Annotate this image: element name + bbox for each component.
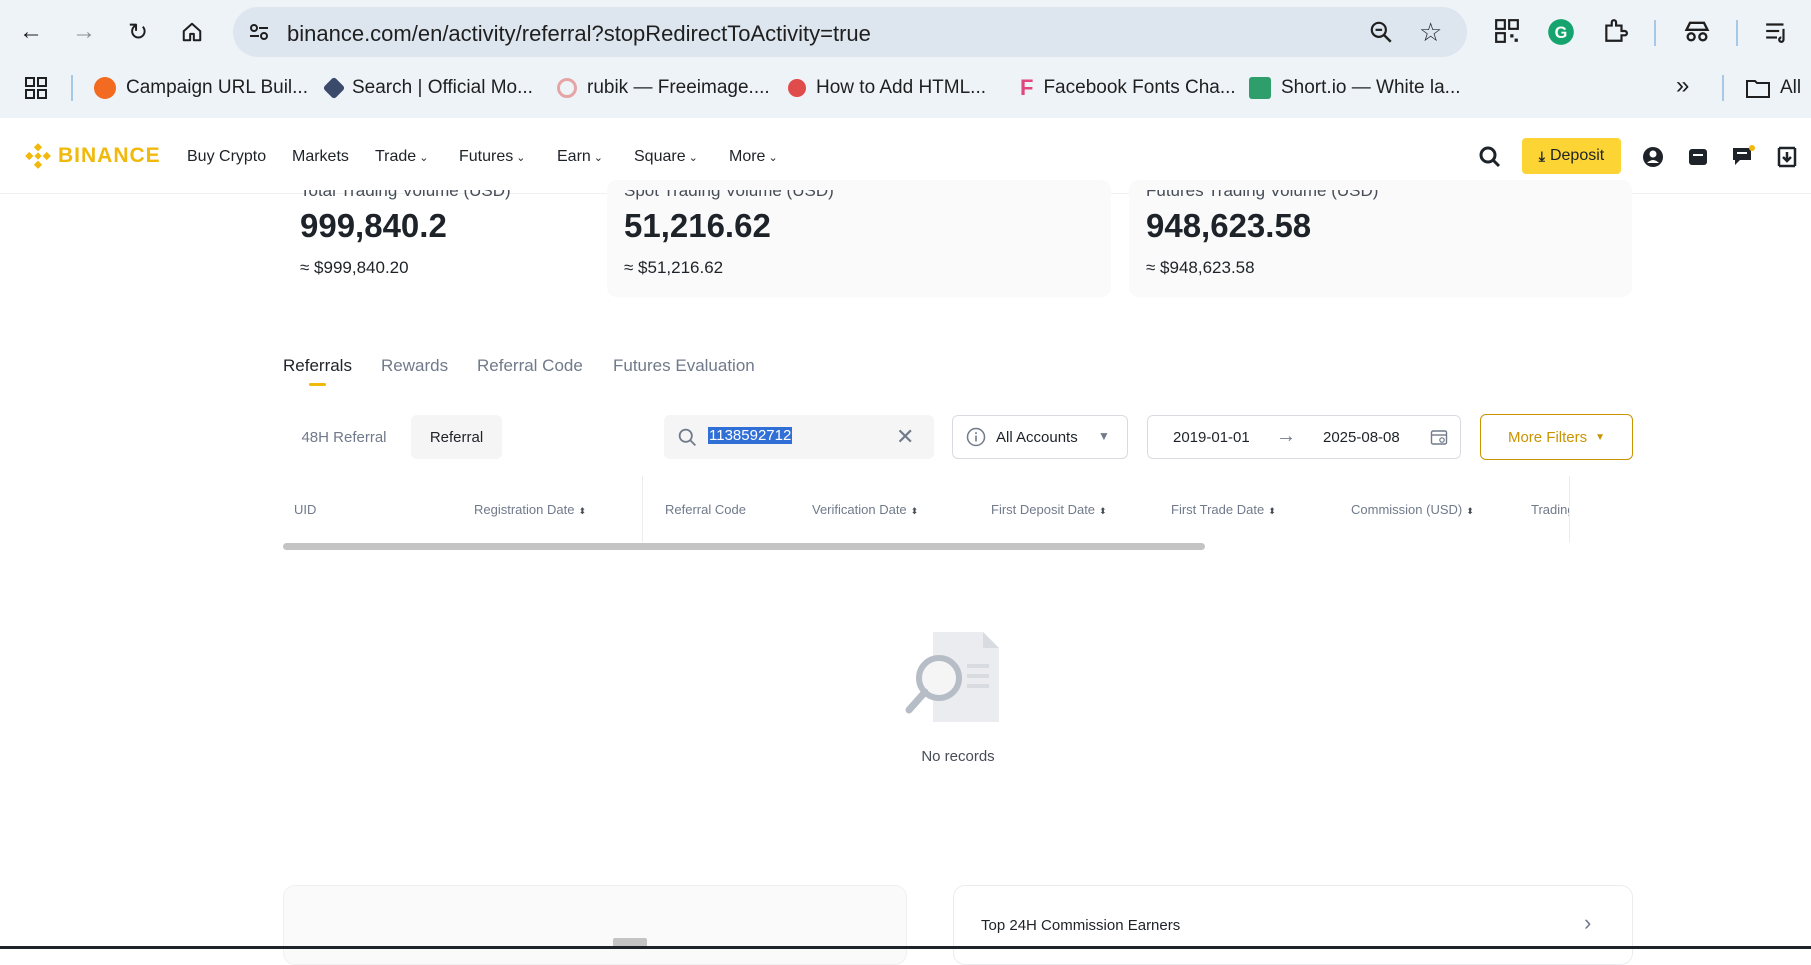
info-icon bbox=[966, 427, 986, 452]
bookmark-item[interactable]: Short.io — White la... bbox=[1249, 74, 1461, 102]
toolbar-divider bbox=[1654, 20, 1656, 46]
bookmark-favicon-icon bbox=[322, 76, 346, 100]
tab-referrals[interactable]: Referrals bbox=[283, 356, 352, 376]
date-range-picker[interactable]: 2019-01-01 → 2025-08-08 bbox=[1147, 415, 1461, 459]
column-first-trade-date[interactable]: First Trade Date ⬍ bbox=[1171, 502, 1276, 517]
folder-icon bbox=[1746, 80, 1770, 98]
bookmark-favicon-icon bbox=[557, 78, 577, 98]
chevron-right-icon[interactable]: › bbox=[1584, 910, 1591, 936]
bookmark-favicon-icon: F bbox=[1020, 75, 1034, 100]
bookmark-favicon-icon bbox=[1249, 77, 1271, 99]
top-earners-title: Top 24H Commission Earners bbox=[981, 917, 1181, 934]
document-search-icon bbox=[905, 632, 999, 722]
address-bar[interactable]: binance.com/en/activity/referral?stopRed… bbox=[233, 7, 1467, 57]
tab-active-indicator bbox=[309, 383, 326, 386]
no-records-text: No records bbox=[921, 748, 995, 765]
total-volume-value: 999,840.2 bbox=[300, 207, 447, 244]
tab-futures-evaluation[interactable]: Futures Evaluation bbox=[613, 356, 755, 376]
sort-icon: ⬍ bbox=[1268, 506, 1276, 516]
column-commission[interactable]: Commission (USD) ⬍ bbox=[1351, 502, 1474, 517]
url-text[interactable]: binance.com/en/activity/referral?stopRed… bbox=[287, 21, 871, 47]
futures-volume-value: 948,623.58 bbox=[1146, 207, 1312, 244]
grammarly-icon[interactable]: G bbox=[1547, 18, 1575, 51]
date-to[interactable]: 2025-08-08 bbox=[1323, 429, 1400, 446]
column-first-deposit-date[interactable]: First Deposit Date ⬍ bbox=[991, 502, 1107, 517]
bookmark-favicon-icon bbox=[788, 79, 806, 97]
uid-search-box[interactable]: 1138592712 ✕ bbox=[664, 415, 934, 459]
segment-48h-referral[interactable]: 48H Referral bbox=[283, 415, 405, 459]
futures-volume-usd: ≈ $948,623.58 bbox=[1146, 258, 1255, 277]
browser-chrome: ← → ↻ binance.com/en/activity/referral?s… bbox=[0, 0, 1811, 118]
back-icon[interactable]: ← bbox=[13, 14, 49, 50]
bottom-left-card bbox=[283, 885, 907, 965]
spot-volume-value: 51,216.62 bbox=[624, 207, 771, 244]
calendar-icon[interactable] bbox=[1430, 428, 1448, 451]
column-trading: Trading bbox=[1531, 502, 1569, 517]
column-verification-date[interactable]: Verification Date ⬍ bbox=[812, 502, 918, 517]
segment-referral[interactable]: Referral bbox=[411, 415, 502, 459]
incognito-icon[interactable] bbox=[1683, 18, 1711, 49]
date-from[interactable]: 2019-01-01 bbox=[1173, 429, 1250, 446]
extensions-icon[interactable] bbox=[1602, 18, 1628, 49]
qr-code-icon[interactable] bbox=[1494, 18, 1520, 49]
all-bookmarks-folder[interactable]: All bbox=[1746, 74, 1801, 102]
sort-icon: ⬍ bbox=[578, 506, 586, 516]
total-volume-usd: ≈ $999,840.20 bbox=[300, 258, 409, 277]
bookmark-favicon-icon bbox=[94, 77, 116, 99]
caret-down-icon: ▼ bbox=[1595, 431, 1606, 443]
horizontal-scrollbar[interactable] bbox=[283, 543, 1205, 550]
sort-icon: ⬍ bbox=[910, 506, 919, 516]
more-filters-button[interactable]: More Filters ▼ bbox=[1480, 414, 1633, 460]
sticky-column-divider bbox=[642, 476, 643, 542]
bookmark-item[interactable]: F Facebook Fonts Cha... bbox=[1020, 74, 1236, 102]
reading-list-icon[interactable] bbox=[1764, 18, 1790, 49]
clear-icon[interactable]: ✕ bbox=[896, 424, 914, 450]
home-icon[interactable] bbox=[174, 14, 210, 50]
column-uid: UID bbox=[294, 502, 317, 517]
top-earners-card[interactable]: Top 24H Commission Earners › bbox=[953, 885, 1633, 965]
no-records-illustration bbox=[905, 630, 1001, 731]
search-icon bbox=[677, 427, 698, 453]
site-info-icon[interactable] bbox=[247, 20, 271, 49]
forward-icon[interactable]: → bbox=[66, 14, 102, 50]
header-cover bbox=[0, 118, 1811, 180]
bookmarks-divider bbox=[71, 75, 73, 101]
accounts-selected-value: All Accounts bbox=[996, 429, 1078, 446]
column-referral-code: Referral Code bbox=[665, 502, 746, 517]
bookmark-item[interactable]: rubik — Freeimage.... bbox=[557, 74, 770, 102]
bookmark-item[interactable]: Search | Official Mo... bbox=[322, 74, 533, 102]
right-column-divider bbox=[1569, 476, 1570, 542]
caret-down-icon: ▼ bbox=[1098, 429, 1110, 443]
apps-grid-icon[interactable] bbox=[24, 76, 48, 105]
toolbar-divider bbox=[1736, 20, 1738, 46]
sort-icon: ⬍ bbox=[1099, 506, 1107, 516]
search-input[interactable]: 1138592712 bbox=[708, 427, 793, 444]
more-bookmarks-icon[interactable]: » bbox=[1676, 72, 1689, 100]
bookmark-star-icon[interactable]: ☆ bbox=[1419, 17, 1442, 48]
tab-referral-code[interactable]: Referral Code bbox=[477, 356, 583, 376]
svg-text:G: G bbox=[1555, 24, 1568, 42]
bookmark-item[interactable]: How to Add HTML... bbox=[788, 74, 986, 102]
tab-rewards[interactable]: Rewards bbox=[381, 356, 448, 376]
spot-volume-usd: ≈ $51,216.62 bbox=[624, 258, 724, 277]
accounts-select[interactable]: All Accounts ▼ bbox=[952, 415, 1128, 459]
sort-icon: ⬍ bbox=[1466, 506, 1474, 516]
bookmarks-divider bbox=[1722, 75, 1724, 101]
reload-icon[interactable]: ↻ bbox=[120, 14, 156, 50]
zoom-icon[interactable] bbox=[1368, 19, 1394, 50]
column-registration-date[interactable]: Registration Date ⬍ bbox=[474, 502, 586, 517]
bookmark-item[interactable]: Campaign URL Buil... bbox=[94, 74, 308, 102]
arrow-right-icon: → bbox=[1276, 425, 1296, 447]
